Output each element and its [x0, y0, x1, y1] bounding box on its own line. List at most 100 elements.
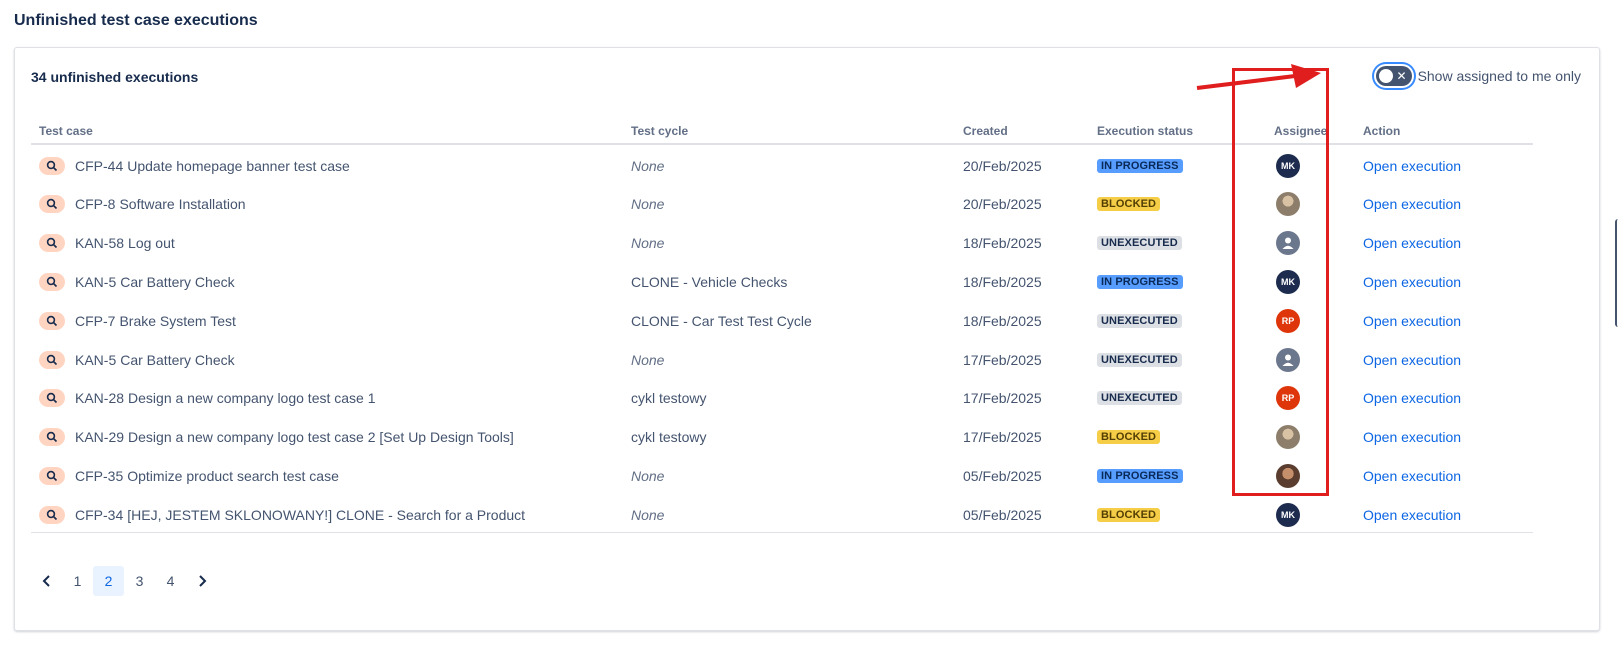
table-bottom-divider — [31, 532, 1533, 533]
test-case-name[interactable]: Car Battery Check — [120, 352, 234, 368]
open-execution-link[interactable]: Open execution — [1363, 313, 1461, 329]
created-date: 18/Feb/2025 — [963, 273, 1042, 290]
cell-assignee: RP — [1276, 379, 1300, 418]
executions-panel: 34 unfinished executions ✕ Show assigned… — [14, 47, 1600, 631]
status-badge: UNEXECUTED — [1097, 352, 1182, 367]
table-row: KAN-5 Car Battery Check CLONE - Vehicle … — [31, 262, 1533, 301]
test-case-key[interactable]: KAN-58 — [75, 235, 124, 251]
edge-scroll-handle[interactable] — [1615, 219, 1619, 327]
table-row: CFP-44 Update homepage banner test case … — [31, 146, 1533, 185]
open-execution-link[interactable]: Open execution — [1363, 196, 1461, 212]
cell-test-case: CFP-34 [HEJ, JESTEM SKLONOWANY!] CLONE -… — [39, 495, 525, 534]
test-cycle-name: None — [631, 235, 665, 252]
column-header-created[interactable]: Created — [963, 124, 1008, 138]
pagination-next-button[interactable] — [186, 566, 217, 596]
test-case-key[interactable]: CFP-44 — [75, 158, 123, 174]
magnifier-icon — [46, 393, 58, 404]
column-header-execution-status[interactable]: Execution status — [1097, 124, 1193, 138]
pagination-page-3[interactable]: 3 — [124, 566, 155, 596]
avatar[interactable]: RP — [1276, 308, 1300, 333]
avatar[interactable] — [1276, 231, 1300, 256]
test-case-name[interactable]: Brake System Test — [119, 313, 235, 329]
created-date: 20/Feb/2025 — [963, 157, 1042, 174]
test-case-key[interactable]: CFP-7 — [75, 313, 115, 329]
test-case-key[interactable]: CFP-35 — [75, 468, 123, 484]
cell-created: 17/Feb/2025 — [963, 379, 1042, 418]
test-cycle-name: None — [631, 196, 665, 213]
avatar[interactable] — [1276, 425, 1300, 450]
column-header-assignee[interactable]: Assignee — [1274, 124, 1327, 138]
test-case-name[interactable]: Optimize product search test case — [127, 468, 339, 484]
column-header-test-case[interactable]: Test case — [39, 124, 93, 138]
cell-action: Open execution — [1363, 340, 1461, 379]
test-case-name[interactable]: [HEJ, JESTEM SKLONOWANY!] CLONE - Search… — [127, 507, 525, 523]
cell-assignee — [1276, 418, 1300, 457]
magnifier-icon — [46, 237, 58, 249]
created-date: 18/Feb/2025 — [963, 235, 1042, 252]
column-header-test-cycle[interactable]: Test cycle — [631, 124, 688, 138]
table-row: KAN-58 Log out None 18/Feb/2025 UNEXECUT… — [31, 224, 1533, 263]
open-execution-link[interactable]: Open execution — [1363, 429, 1461, 445]
magnifier-icon — [46, 509, 58, 520]
column-header-action[interactable]: Action — [1363, 124, 1400, 138]
avatar[interactable] — [1276, 463, 1300, 488]
pagination-page-4[interactable]: 4 — [155, 566, 186, 596]
open-execution-link[interactable]: Open execution — [1363, 468, 1461, 484]
table-row: CFP-34 [HEJ, JESTEM SKLONOWANY!] CLONE -… — [31, 495, 1533, 534]
open-execution-link[interactable]: Open execution — [1363, 352, 1461, 368]
test-case-name[interactable]: Software Installation — [119, 196, 245, 212]
chevron-right-icon — [198, 575, 206, 587]
created-date: 17/Feb/2025 — [963, 351, 1042, 368]
test-case-key[interactable]: KAN-28 — [75, 390, 124, 406]
status-badge: UNEXECUTED — [1097, 313, 1182, 328]
cell-test-cycle: cykl testowy — [631, 418, 706, 457]
open-execution-link[interactable]: Open execution — [1363, 274, 1461, 290]
open-execution-link[interactable]: Open execution — [1363, 235, 1461, 251]
annotation-arrow — [1196, 64, 1321, 90]
open-execution-link[interactable]: Open execution — [1363, 507, 1461, 523]
avatar[interactable]: RP — [1276, 386, 1300, 411]
pagination-page-2[interactable]: 2 — [93, 566, 124, 596]
test-case-name[interactable]: Design a new company logo test case 1 — [128, 390, 375, 406]
test-cycle-name: None — [631, 351, 665, 368]
avatar-initials: RP — [1281, 315, 1295, 326]
cell-execution-status: BLOCKED — [1097, 185, 1161, 224]
test-case-key[interactable]: KAN-29 — [75, 429, 124, 445]
open-execution-link[interactable]: Open execution — [1363, 158, 1461, 174]
avatar[interactable]: MK — [1276, 269, 1300, 294]
cell-test-case: CFP-35 Optimize product search test case — [39, 456, 339, 495]
magnifier-icon — [46, 315, 58, 326]
test-case-name[interactable]: Update homepage banner test case — [127, 158, 350, 174]
magnifier-icon — [46, 431, 58, 443]
pagination-page-1[interactable]: 1 — [62, 566, 93, 596]
person-icon — [1282, 354, 1294, 366]
assigned-to-me-toggle[interactable]: ✕ — [1375, 66, 1412, 86]
test-case-name[interactable]: Car Battery Check — [120, 274, 234, 290]
cell-test-case: KAN-58 Log out — [39, 224, 175, 263]
cell-test-cycle: None — [631, 224, 664, 263]
status-badge: UNEXECUTED — [1097, 391, 1182, 406]
pagination-prev-button[interactable] — [31, 566, 62, 596]
avatar[interactable] — [1276, 347, 1300, 372]
test-case-key[interactable]: KAN-5 — [75, 352, 116, 368]
test-case-key[interactable]: CFP-8 — [75, 196, 115, 212]
magnifier-icon — [46, 354, 58, 365]
avatar[interactable]: MK — [1276, 153, 1300, 178]
status-badge: BLOCKED — [1097, 197, 1161, 212]
avatar[interactable] — [1276, 192, 1300, 217]
status-badge: BLOCKED — [1097, 507, 1161, 522]
test-case-name[interactable]: Log out — [128, 235, 175, 251]
cell-test-case: KAN-28 Design a new company logo test ca… — [39, 379, 376, 418]
cell-test-case: KAN-29 Design a new company logo test ca… — [39, 418, 514, 457]
avatar[interactable]: MK — [1276, 502, 1300, 527]
avatar-initials: MK — [1281, 276, 1295, 287]
test-case-key[interactable]: KAN-5 — [75, 274, 116, 290]
test-case-key[interactable]: CFP-34 — [75, 507, 123, 523]
pagination-pages: 1234 — [62, 566, 186, 596]
open-execution-link[interactable]: Open execution — [1363, 390, 1461, 406]
test-case-name[interactable]: Design a new company logo test case 2 [S… — [128, 429, 514, 445]
status-badge: BLOCKED — [1097, 430, 1161, 445]
cell-created: 05/Feb/2025 — [963, 495, 1042, 534]
cell-created: 20/Feb/2025 — [963, 185, 1042, 224]
cell-execution-status: UNEXECUTED — [1097, 301, 1182, 340]
